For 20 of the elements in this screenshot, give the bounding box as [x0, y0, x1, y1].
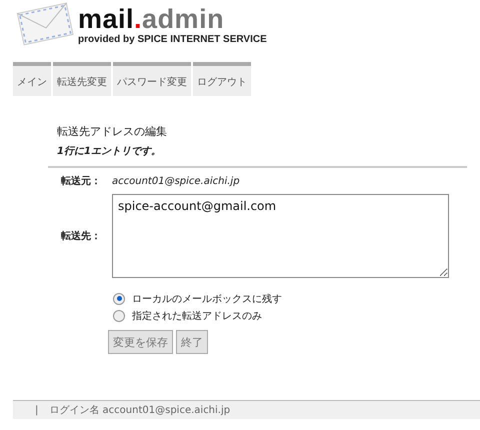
source-label: 転送元：	[60, 174, 102, 188]
nav-tab[interactable]: パスワード変更	[113, 62, 191, 96]
form-button[interactable]: 終了	[176, 330, 208, 354]
instruction-text: 1行に1エントリです。	[57, 144, 162, 158]
destination-field[interactable]: spice-account@gmail.com	[112, 194, 449, 278]
option-label[interactable]: 指定された転送アドレスのみ	[132, 308, 262, 322]
section-heading: 転送先アドレスの編集	[57, 124, 168, 140]
nav-tab[interactable]: ログアウト	[193, 62, 251, 96]
form-button[interactable]: 変更を保存	[108, 330, 173, 354]
nav-tab[interactable]: メイン	[13, 62, 51, 96]
radio-button[interactable]	[113, 292, 125, 304]
destination-label: 転送先：	[60, 230, 102, 243]
source-address: account01@spice.aichi.jp	[112, 176, 240, 186]
tagline: provided by SPICE INTERNET SERVICE	[78, 34, 267, 45]
login-name: ログイン名 account01@spice.aichi.jp	[49, 404, 230, 417]
radio-button[interactable]	[113, 310, 125, 322]
logo-text: mail.admin	[78, 6, 226, 32]
separator-text: |	[35, 404, 38, 416]
option-label[interactable]: ローカルのメールボックスに残す	[132, 292, 282, 306]
nav-tab[interactable]: 転送先変更	[53, 62, 111, 96]
